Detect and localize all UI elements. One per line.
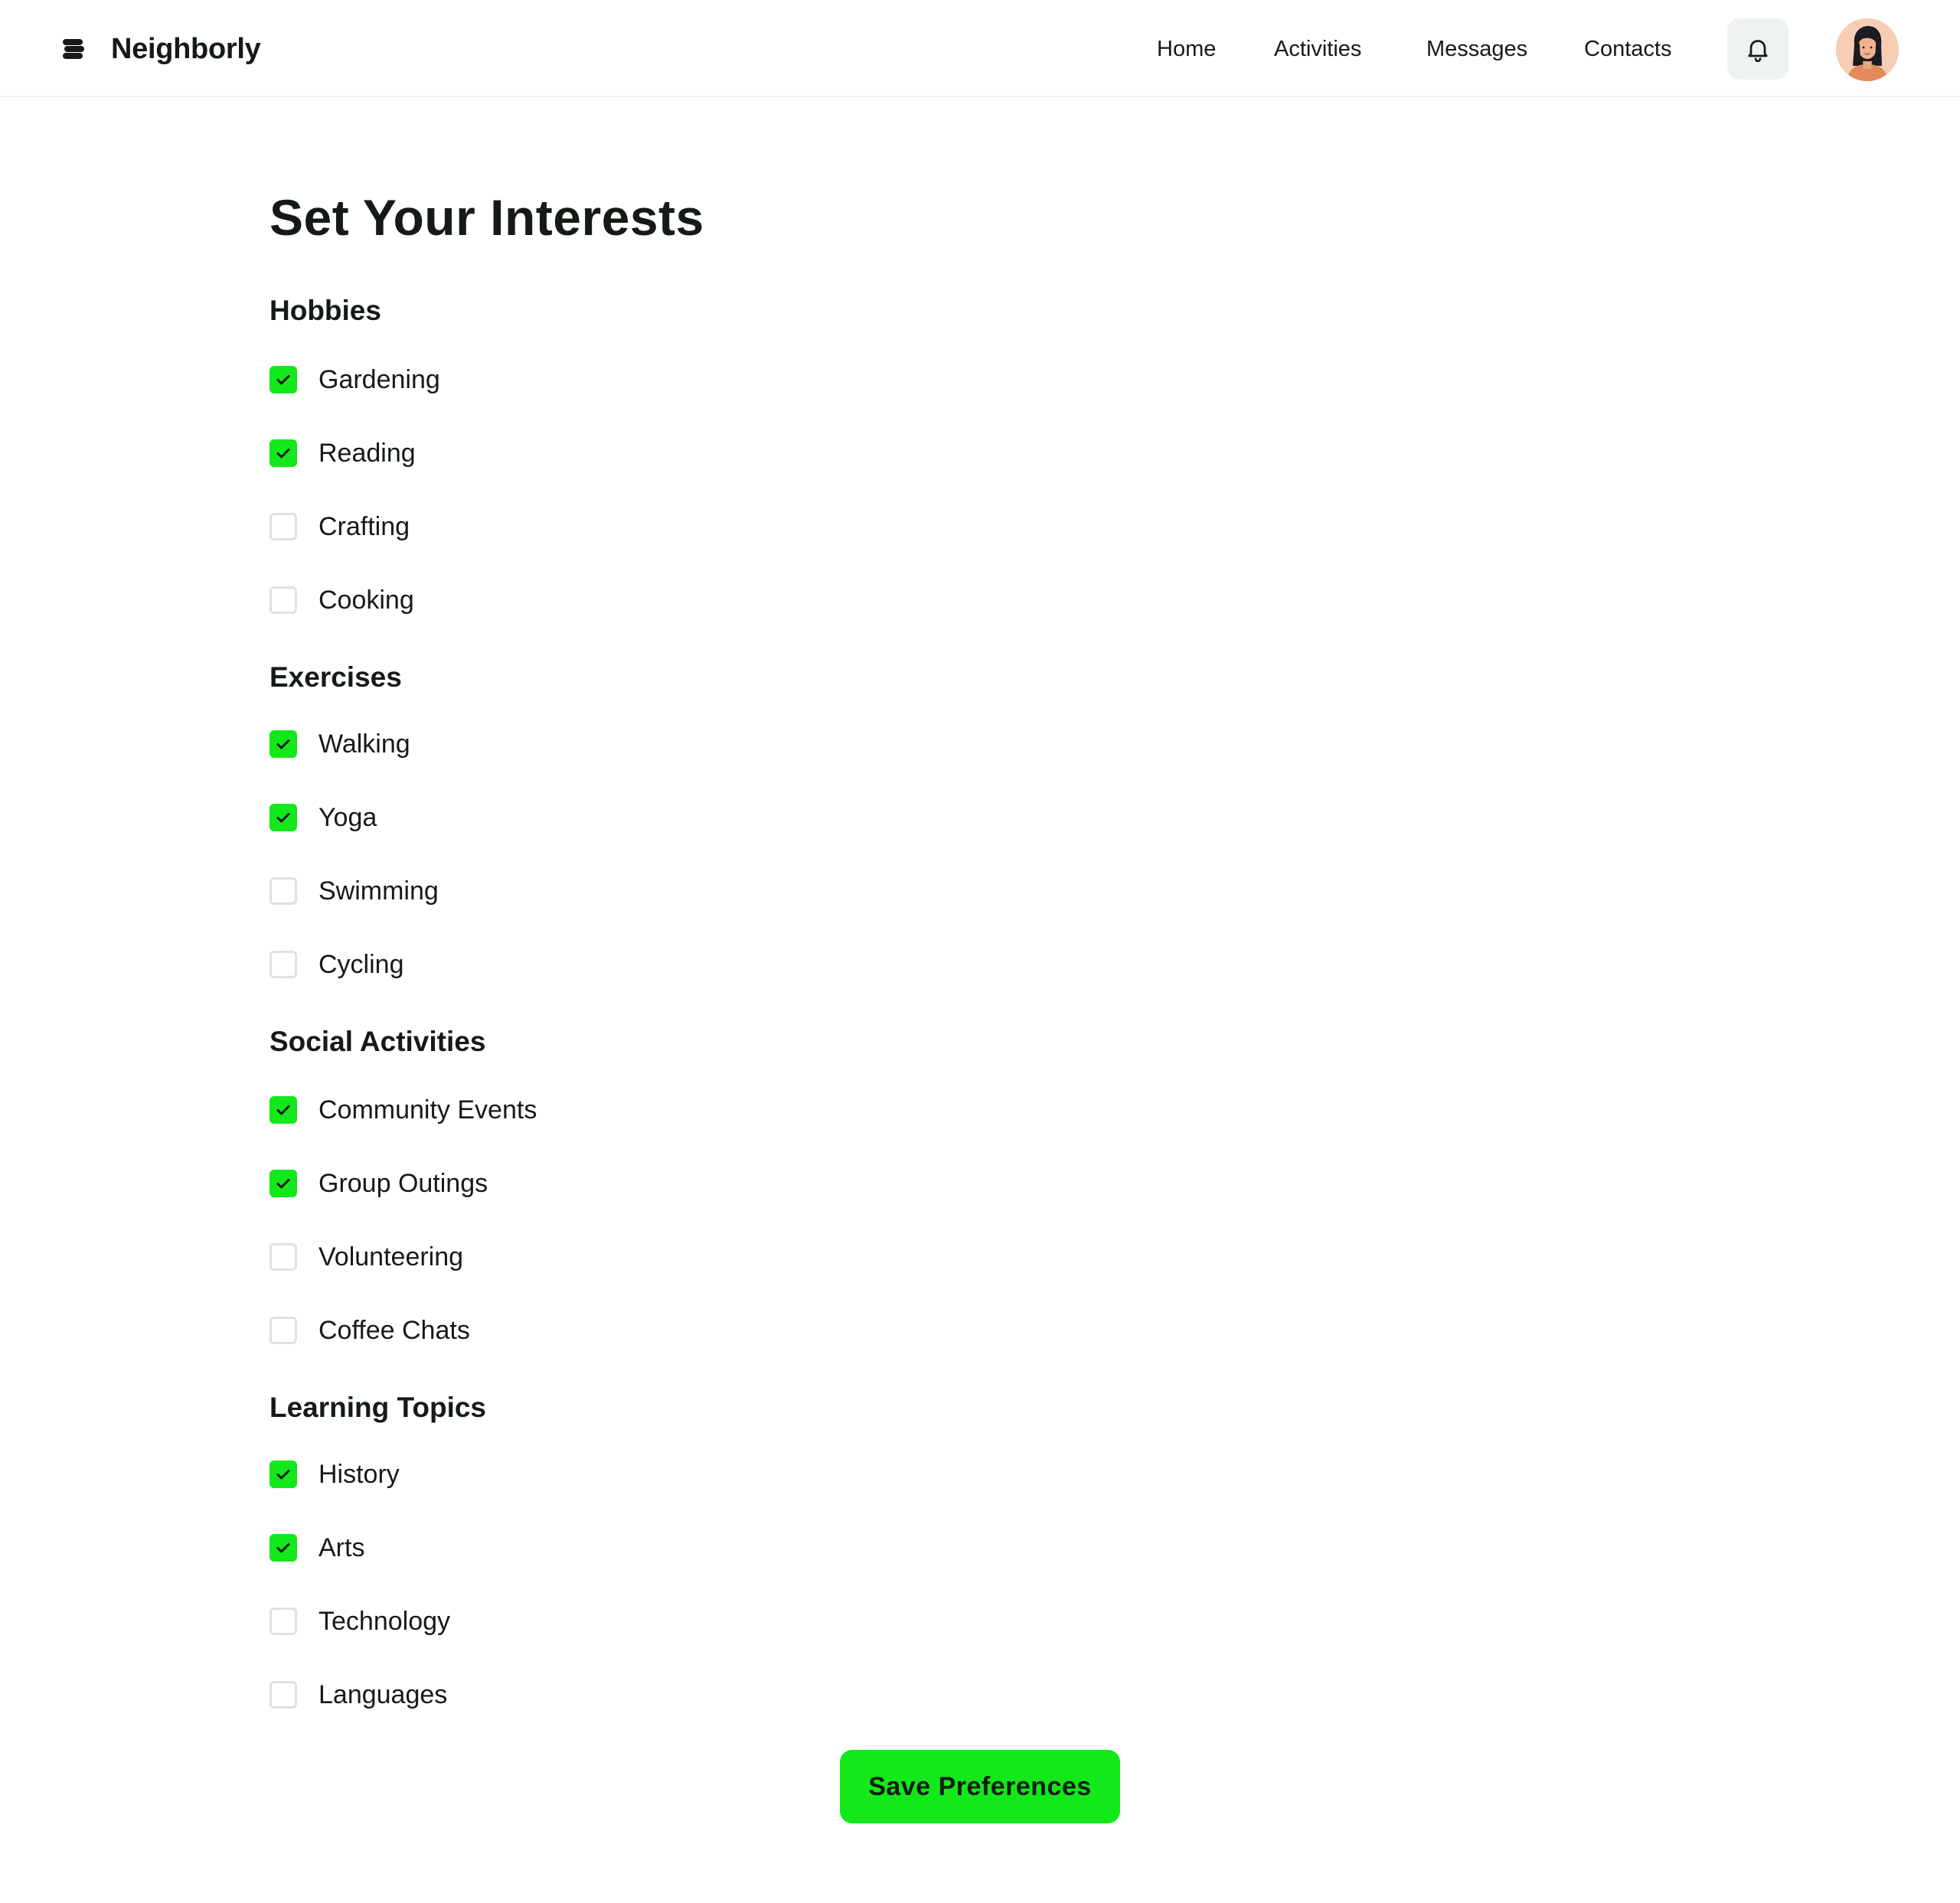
option-gardening[interactable]: Gardening — [270, 361, 440, 398]
option-label: Yoga — [318, 803, 377, 832]
option-label: Swimming — [318, 876, 439, 906]
check-icon — [276, 813, 290, 823]
check-icon — [276, 375, 290, 385]
section-title-exercises: Exercises — [270, 661, 402, 693]
option-label: Technology — [318, 1607, 451, 1636]
option-walking[interactable]: Walking — [270, 726, 410, 762]
checkbox[interactable] — [270, 877, 297, 905]
option-label: Volunteering — [318, 1242, 464, 1271]
checkbox[interactable] — [270, 730, 297, 758]
option-label: History — [318, 1460, 400, 1489]
option-label: Gardening — [318, 365, 440, 394]
nav-messages[interactable]: Messages — [1426, 34, 1527, 64]
checkbox[interactable] — [270, 804, 297, 831]
option-volunteering[interactable]: Volunteering — [270, 1239, 463, 1275]
checkbox[interactable] — [270, 1243, 297, 1271]
option-history[interactable]: History — [270, 1456, 400, 1493]
option-crafting[interactable]: Crafting — [270, 508, 410, 545]
option-label: Coffee Chats — [318, 1316, 470, 1345]
option-label: Group Outings — [318, 1169, 488, 1198]
checkbox[interactable] — [270, 366, 297, 393]
option-languages[interactable]: Languages — [270, 1676, 447, 1713]
option-label: Walking — [318, 730, 410, 759]
check-icon — [276, 449, 290, 459]
option-label: Cooking — [318, 586, 414, 615]
checkbox[interactable] — [270, 513, 297, 540]
option-arts[interactable]: Arts — [270, 1529, 364, 1566]
notifications-button[interactable] — [1727, 18, 1788, 80]
check-icon — [276, 1105, 290, 1115]
checkbox[interactable] — [270, 586, 297, 614]
option-label: Arts — [318, 1533, 365, 1562]
nav-contacts[interactable]: Contacts — [1584, 34, 1671, 64]
option-coffee-chats[interactable]: Coffee Chats — [270, 1312, 470, 1349]
option-swimming[interactable]: Swimming — [270, 873, 439, 909]
page-title: Set Your Interests — [270, 189, 704, 246]
option-label: Languages — [318, 1680, 448, 1709]
option-yoga[interactable]: Yoga — [270, 799, 377, 836]
brand-name[interactable]: Neighborly — [111, 29, 261, 69]
checkbox[interactable] — [270, 1317, 297, 1344]
option-label: Crafting — [318, 512, 410, 541]
check-icon — [276, 739, 290, 749]
section-title-learning-topics: Learning Topics — [270, 1392, 487, 1423]
checkbox[interactable] — [270, 1096, 297, 1124]
save-preferences-button[interactable]: Save Preferences — [840, 1750, 1120, 1823]
check-icon — [276, 1179, 290, 1189]
section-title-hobbies: Hobbies — [270, 295, 381, 326]
nav-home[interactable]: Home — [1157, 34, 1216, 64]
option-group-outings[interactable]: Group Outings — [270, 1165, 488, 1202]
check-icon — [276, 1543, 290, 1553]
option-technology[interactable]: Technology — [270, 1603, 450, 1640]
option-community-events[interactable]: Community Events — [270, 1092, 537, 1128]
checkbox[interactable] — [270, 951, 297, 978]
option-reading[interactable]: Reading — [270, 435, 416, 472]
logo-icon[interactable] — [61, 37, 86, 61]
section-title-social-activities: Social Activities — [270, 1026, 486, 1057]
nav-activities[interactable]: Activities — [1274, 34, 1361, 64]
option-label: Reading — [318, 439, 416, 468]
option-cycling[interactable]: Cycling — [270, 946, 403, 983]
option-cooking[interactable]: Cooking — [270, 582, 414, 619]
checkbox[interactable] — [270, 1170, 297, 1197]
checkbox[interactable] — [270, 1534, 297, 1562]
top-navbar: Neighborly Home Activities Messages Cont… — [0, 0, 1960, 97]
checkbox[interactable] — [270, 439, 297, 467]
option-label: Cycling — [318, 950, 404, 979]
avatar[interactable] — [1836, 18, 1899, 81]
option-label: Community Events — [318, 1095, 537, 1124]
checkbox[interactable] — [270, 1461, 297, 1488]
bell-icon — [1748, 40, 1768, 63]
check-icon — [276, 1470, 290, 1480]
checkbox[interactable] — [270, 1681, 297, 1709]
checkbox[interactable] — [270, 1608, 297, 1635]
user-avatar-icon — [1836, 18, 1899, 81]
